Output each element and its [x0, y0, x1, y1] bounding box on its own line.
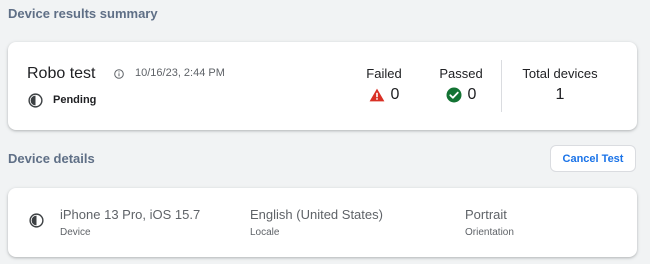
pending-half-circle-icon: [29, 213, 44, 228]
cancel-test-button[interactable]: Cancel Test: [550, 145, 636, 172]
stat-divider: [501, 60, 502, 112]
total-devices-count: 1: [555, 86, 565, 103]
orientation-label: Orientation: [465, 227, 514, 238]
summary-card: Robo test 10/16/23, 2:44 PM Pending Fail…: [8, 42, 637, 130]
timestamp: 10/16/23, 2:44 PM: [135, 67, 225, 79]
passed-label: Passed: [439, 66, 483, 81]
stat-failed: Failed 0: [363, 66, 405, 104]
warning-icon: [369, 88, 384, 102]
detail-orientation: Portrait Orientation: [465, 207, 514, 238]
info-icon[interactable]: [114, 69, 124, 79]
section-title-details: Device details: [8, 151, 95, 166]
failed-count: 0: [390, 86, 400, 103]
stat-passed: Passed 0: [436, 66, 486, 104]
failed-label: Failed: [366, 66, 402, 81]
status-pending-label: Pending: [53, 94, 97, 106]
detail-device: iPhone 13 Pro, iOS 15.7 Device: [60, 207, 200, 238]
total-devices-label: Total devices: [522, 66, 598, 81]
stat-total-devices: Total devices 1: [518, 66, 602, 104]
orientation-value: Portrait: [465, 207, 507, 222]
passed-count: 0: [467, 86, 477, 103]
check-circle-icon: [446, 87, 462, 103]
locale-value: English (United States): [250, 207, 383, 222]
test-name: Robo test: [27, 65, 96, 82]
device-label: Device: [60, 227, 91, 238]
device-value: iPhone 13 Pro, iOS 15.7: [60, 207, 201, 222]
detail-locale: English (United States) Locale: [250, 207, 383, 238]
section-title-summary: Device results summary: [8, 6, 158, 21]
locale-label: Locale: [250, 227, 280, 238]
device-details-card: iPhone 13 Pro, iOS 15.7 Device English (…: [8, 188, 637, 257]
pending-half-circle-icon: [28, 93, 43, 108]
